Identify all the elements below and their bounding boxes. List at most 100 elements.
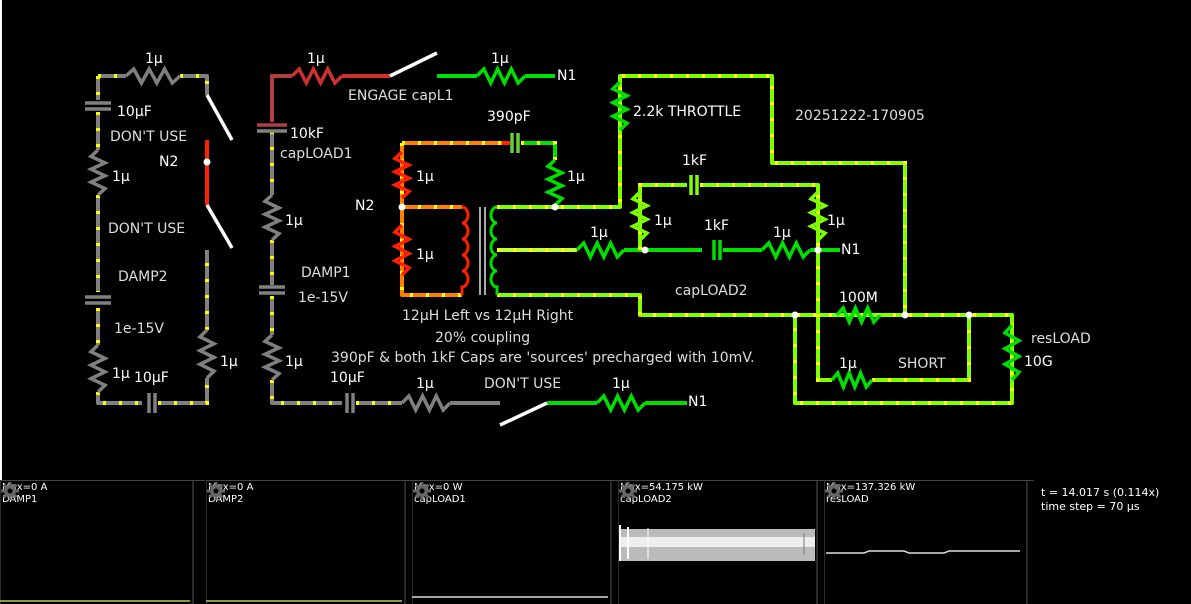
- sim-time: t = 14.017 s (0.114x): [1041, 486, 1160, 499]
- label-res-left-right: 1µ: [220, 354, 238, 370]
- current-dots: [497, 293, 1014, 405]
- resistor-damp1[interactable]: [260, 193, 284, 242]
- label-n1-top: N1: [557, 68, 576, 84]
- label-res-1u-short: 1µ: [839, 356, 857, 372]
- inductor-left[interactable]: [460, 205, 470, 295]
- label-dont-use-3: DON'T USE: [484, 376, 561, 392]
- label-inductor-note: 12µH Left vs 12µH Right: [402, 308, 574, 324]
- label-res-n1-top: 1µ: [491, 51, 509, 67]
- node: [901, 311, 909, 319]
- label-caploAD1: capLOAD1: [280, 146, 353, 162]
- scope-resload[interactable]: Max=137.326 kW resLOAD: [824, 480, 1034, 604]
- label-res-1u-d: 1µ: [773, 225, 791, 241]
- label-n2-left: N2: [159, 154, 178, 170]
- switch-left-top[interactable]: [205, 94, 234, 141]
- scope-caploAD1[interactable]: Max=0 WcapLOAD1: [412, 480, 618, 604]
- resistor-damp1-low[interactable]: [260, 333, 284, 382]
- label-res-1u-b: 1µ: [590, 225, 608, 241]
- resistor-top-left[interactable]: [124, 65, 182, 87]
- label-1e15-left: 1e-15V: [114, 321, 164, 337]
- label-res-damp1: 1µ: [285, 213, 303, 229]
- resistor-1u-short[interactable]: [830, 368, 874, 392]
- current-dots: [96, 392, 142, 405]
- label-cap-390pF: 390pF: [487, 109, 531, 125]
- node: [791, 311, 799, 319]
- node: [965, 311, 973, 319]
- label-res-red-bottom: 1µ: [416, 247, 434, 263]
- label-cap-1kF-mid: 1kF: [704, 218, 729, 234]
- wire: [270, 74, 292, 122]
- label-coupling-note: 20% coupling: [435, 330, 530, 346]
- label-throttle: 2.2k THROTTLE: [633, 104, 741, 120]
- gear-icon[interactable]: [824, 481, 844, 501]
- label-caps-note: 390pF & both 1kF Caps are 'sources' prec…: [331, 350, 755, 366]
- switch-left-bottom[interactable]: [205, 204, 234, 249]
- node: [551, 203, 559, 211]
- label-dont-use-1: DON'T USE: [110, 129, 187, 145]
- gear-icon[interactable]: [206, 481, 226, 501]
- label-dont-use-2: DON'T USE: [108, 221, 185, 237]
- node: [203, 158, 211, 166]
- label-damp2: DAMP2: [118, 269, 168, 285]
- scope-panel: Max=0 A DAMP1 Max=0 A DAMP2 Max=0 WcapLOAD…: [0, 480, 1191, 604]
- node: [814, 246, 822, 254]
- label-res-engage: 1µ: [307, 51, 325, 67]
- label-res-left-low: 1µ: [112, 366, 130, 382]
- resistor-1u-d[interactable]: [760, 239, 812, 261]
- label-resload: resLOAD: [1031, 331, 1091, 347]
- label-res-damp1-low: 1µ: [285, 354, 303, 370]
- label-res-1u-c: 1µ: [827, 213, 845, 229]
- label-res-1u-a: 1µ: [654, 213, 672, 229]
- scope-damp2[interactable]: Max=0 A DAMP2: [206, 480, 412, 604]
- label-short: SHORT: [898, 356, 946, 372]
- circuit-schematic[interactable]: 1µ 10µF DON'T USE N2 1µ DON'T USE DAMP2 …: [2, 0, 1191, 480]
- label-cap-10uF-c: 10µF: [330, 370, 365, 386]
- label-res-10G: 10G: [1024, 354, 1053, 370]
- wire: [497, 293, 1014, 405]
- resistor-left-low[interactable]: [86, 343, 110, 394]
- resistor-left-mid[interactable]: [86, 148, 110, 197]
- scope-resload-trace: [826, 550, 1020, 554]
- label-cap-10uF-b: 10µF: [134, 370, 169, 386]
- label-res-n1-bottom: 1µ: [612, 376, 630, 392]
- label-n1-bottom: N1: [688, 394, 707, 410]
- sim-timestep: time step = 70 µs: [1041, 500, 1140, 513]
- resistor-engage[interactable]: [290, 65, 344, 87]
- resistor-green-390[interactable]: [543, 158, 567, 207]
- current-dots: [180, 74, 209, 95]
- resistor-left-right[interactable]: [196, 328, 218, 380]
- label-res-red-top: 1µ: [416, 169, 434, 185]
- resistor-n1-top[interactable]: [475, 65, 527, 87]
- scope-damp1[interactable]: Max=0 A DAMP1: [0, 480, 205, 604]
- label-cap-1kF-top: 1kF: [682, 153, 707, 169]
- label-n2-mid: N2: [355, 198, 374, 214]
- node: [641, 246, 649, 254]
- wire: [521, 141, 557, 160]
- label-damp1: DAMP1: [301, 265, 351, 281]
- label-res-green-390: 1µ: [567, 169, 585, 185]
- gear-icon[interactable]: [0, 481, 20, 501]
- label-cap-10kF: 10kF: [290, 126, 324, 142]
- label-res-left-mid: 1µ: [112, 169, 130, 185]
- current-dots: [521, 141, 557, 160]
- label-1e15-mid: 1e-15V: [298, 290, 348, 306]
- switch-bottom[interactable]: [499, 401, 548, 427]
- node: [398, 203, 406, 211]
- label-res-100M: 100M: [839, 290, 878, 306]
- label-engage: ENGAGE capL1: [348, 88, 454, 104]
- label-top-left-res: 1µ: [145, 51, 163, 67]
- switch-engage[interactable]: [389, 51, 438, 78]
- resistor-n1-bottom[interactable]: [595, 392, 647, 414]
- scope-caploAD2[interactable]: Max=54.175 kW capLOAD2: [618, 480, 824, 604]
- wire: [180, 74, 209, 95]
- label-caploAD2: capLOAD2: [675, 283, 748, 299]
- inductor-right[interactable]: [489, 205, 499, 295]
- window: 1µ 10µF DON'T USE N2 1µ DON'T USE DAMP2 …: [0, 0, 1191, 604]
- label-res-bottom-mid: 1µ: [416, 376, 434, 392]
- resistor-1u-b[interactable]: [575, 238, 626, 262]
- circuit-canvas[interactable]: 1µ 10µF DON'T USE N2 1µ DON'T USE DAMP2 …: [2, 0, 1191, 480]
- label-timestamp: 20251222-170905: [795, 108, 925, 124]
- gear-icon[interactable]: [618, 481, 638, 501]
- resistor-bottom-mid[interactable]: [400, 392, 452, 414]
- gear-icon[interactable]: [412, 481, 432, 501]
